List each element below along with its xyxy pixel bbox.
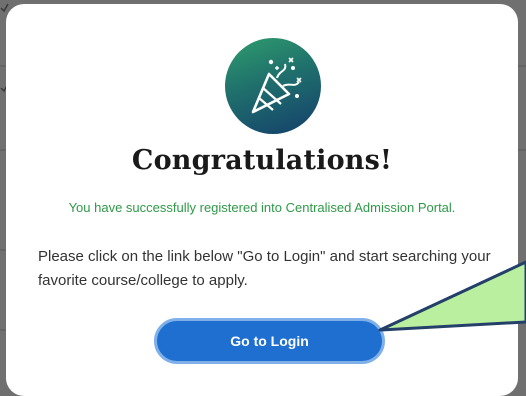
instructions-text: Please click on the link below "Go to Lo…	[38, 248, 491, 289]
go-to-login-button[interactable]: Go to Login	[154, 318, 385, 364]
modal-title: Congratulations!	[131, 145, 393, 176]
party-popper-icon	[251, 57, 302, 114]
celebration-badge	[225, 38, 321, 134]
registration-success-modal: Congratulations! You have successfully r…	[6, 4, 518, 396]
success-message: You have successfully registered into Ce…	[68, 200, 456, 215]
